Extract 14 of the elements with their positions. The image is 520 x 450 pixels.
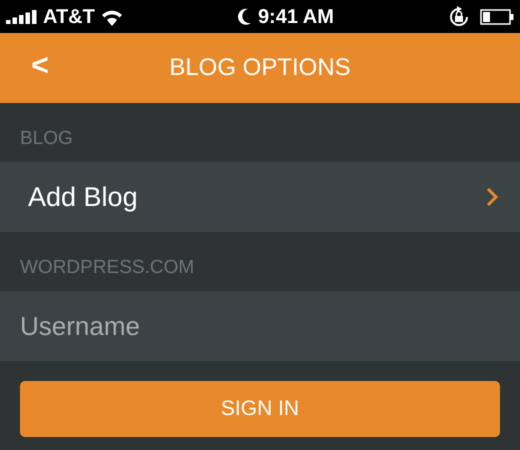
rotation-lock-icon — [448, 6, 470, 28]
username-field[interactable]: Username — [0, 291, 520, 361]
sign-in-button[interactable]: SIGN IN — [20, 381, 500, 437]
screen-title: BLOG OPTIONS — [169, 53, 351, 83]
carrier-label: AT&T — [43, 4, 95, 30]
clock: 9:41 AM — [258, 4, 334, 30]
section-heading: WORDPRESS.COM — [20, 256, 194, 280]
section-heading: BLOG — [20, 126, 73, 150]
battery-icon — [480, 8, 514, 24]
moon-icon — [238, 8, 252, 26]
back-button[interactable]: < — [0, 33, 80, 103]
list-row[interactable]: Add Blog — [0, 162, 520, 232]
chevron-icon — [486, 187, 498, 207]
signal-icon — [6, 10, 38, 24]
